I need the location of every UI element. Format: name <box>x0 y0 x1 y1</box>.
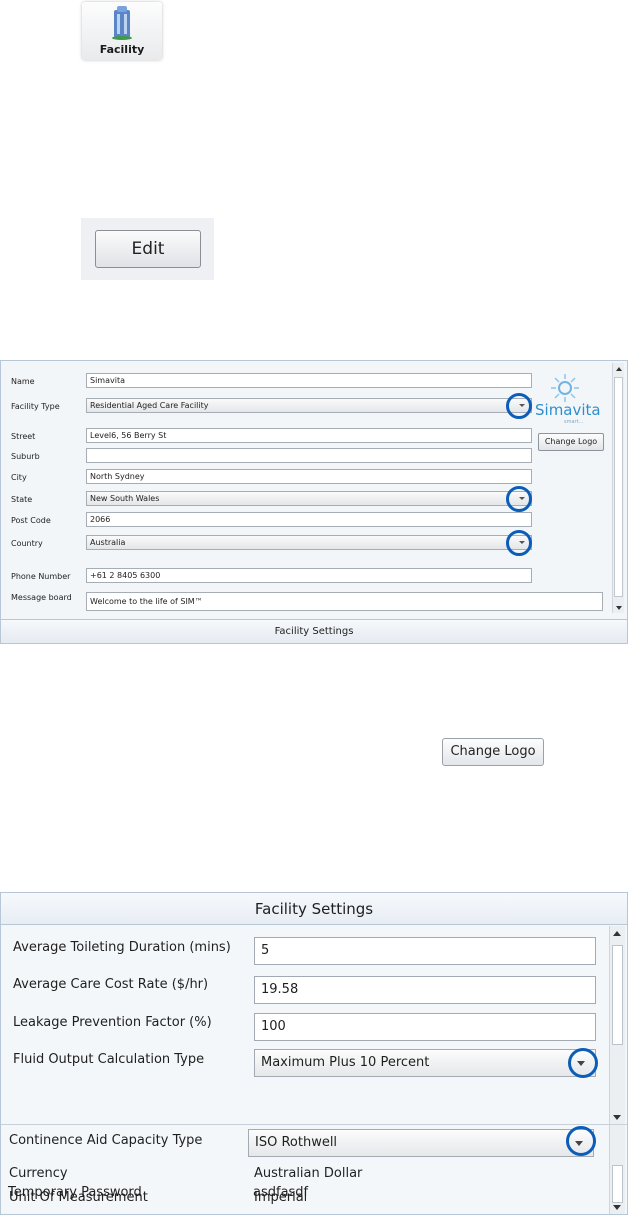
currency-value: Australian Dollar <box>254 1166 363 1181</box>
facility-settings-panel: Facility Settings Average Toileting Dura… <box>0 892 628 1215</box>
state-dropdown[interactable]: New South Wales <box>86 491 532 506</box>
facility-settings-header[interactable]: Facility Settings <box>1 893 627 925</box>
leakage-factor-field[interactable]: 100 <box>254 1013 596 1041</box>
message-board-label: Message board <box>11 593 72 602</box>
suburb-field[interactable] <box>86 448 532 463</box>
facility-logo: Simavita smart... <box>534 371 606 433</box>
scrollbar-thumb[interactable] <box>614 377 623 597</box>
post-code-label: Post Code <box>11 516 51 525</box>
continence-aid-value: ISO Rothwell <box>255 1135 338 1150</box>
phone-field[interactable]: +61 2 8405 6300 <box>86 568 532 583</box>
suburb-label: Suburb <box>11 452 40 461</box>
scroll-up-icon[interactable] <box>613 931 621 936</box>
temporary-password-label: Temporary Password <box>8 1185 142 1200</box>
state-value: New South Wales <box>90 494 160 503</box>
logo-text: Simavita <box>535 401 601 419</box>
message-board-field[interactable]: Welcome to the life of SIM™ <box>86 592 603 611</box>
facility-settings-expander[interactable]: Facility Settings <box>1 619 627 643</box>
city-field[interactable]: North Sydney <box>86 469 532 484</box>
leakage-factor-label: Leakage Prevention Factor (%) <box>13 1015 212 1030</box>
highlight-circle <box>506 486 532 512</box>
scroll-down-icon[interactable] <box>613 1205 621 1210</box>
fluid-output-label: Fluid Output Calculation Type <box>13 1052 205 1067</box>
street-label: Street <box>11 432 36 441</box>
facility-type-label: Facility Type <box>11 402 60 411</box>
scroll-up-icon[interactable] <box>616 367 622 371</box>
country-label: Country <box>11 539 43 548</box>
facility-details-panel: Name Simavita Facility Type Residential … <box>0 360 628 644</box>
change-logo-button[interactable]: Change Logo <box>538 433 604 451</box>
temporary-password-value: asdfasdf <box>253 1185 309 1200</box>
vertical-scrollbar[interactable] <box>612 363 624 613</box>
highlight-circle <box>568 1048 598 1078</box>
scrollbar-thumb[interactable] <box>612 1165 623 1203</box>
facility-tile-label: Facility <box>99 43 145 56</box>
vertical-scrollbar[interactable] <box>609 926 625 1124</box>
edit-button[interactable]: Edit <box>95 230 201 268</box>
scroll-down-icon[interactable] <box>613 1115 621 1120</box>
section-divider <box>1 1124 627 1125</box>
city-label: City <box>11 473 27 482</box>
change-logo-button-large[interactable]: Change Logo <box>442 738 544 766</box>
continence-aid-dropdown[interactable]: ISO Rothwell <box>248 1129 594 1157</box>
country-value: Australia <box>90 538 126 547</box>
scrollbar-thumb[interactable] <box>612 945 623 1045</box>
vertical-scrollbar[interactable] <box>609 1125 625 1214</box>
scroll-down-icon[interactable] <box>616 606 622 610</box>
sun-logo-icon <box>551 374 579 402</box>
fluid-output-value: Maximum Plus 10 Percent <box>261 1055 430 1070</box>
logo-subtext: smart... <box>564 419 584 425</box>
post-code-field[interactable]: 2066 <box>86 512 532 527</box>
street-field[interactable]: Level6, 56 Berry St <box>86 428 532 443</box>
name-label: Name <box>11 377 35 386</box>
toileting-duration-label: Average Toileting Duration (mins) <box>13 940 231 955</box>
facility-type-dropdown[interactable]: Residential Aged Care Facility <box>86 398 532 413</box>
facility-type-value: Residential Aged Care Facility <box>90 401 209 410</box>
phone-label: Phone Number <box>11 572 71 581</box>
toileting-duration-field[interactable]: 5 <box>254 937 596 965</box>
highlight-circle <box>506 393 532 419</box>
care-cost-field[interactable]: 19.58 <box>254 976 596 1004</box>
state-label: State <box>11 495 33 504</box>
name-field[interactable]: Simavita <box>86 373 532 388</box>
care-cost-label: Average Care Cost Rate ($/hr) <box>13 977 209 992</box>
continence-aid-label: Continence Aid Capacity Type <box>9 1133 203 1148</box>
facility-tile-button[interactable]: Facility <box>82 2 162 60</box>
country-dropdown[interactable]: Australia <box>86 535 532 550</box>
fluid-output-dropdown[interactable]: Maximum Plus 10 Percent <box>254 1049 596 1077</box>
edit-button-area: Edit <box>81 218 214 280</box>
highlight-circle <box>566 1126 596 1156</box>
currency-label: Currency <box>9 1166 68 1181</box>
building-icon <box>112 6 132 40</box>
highlight-circle <box>506 530 532 556</box>
